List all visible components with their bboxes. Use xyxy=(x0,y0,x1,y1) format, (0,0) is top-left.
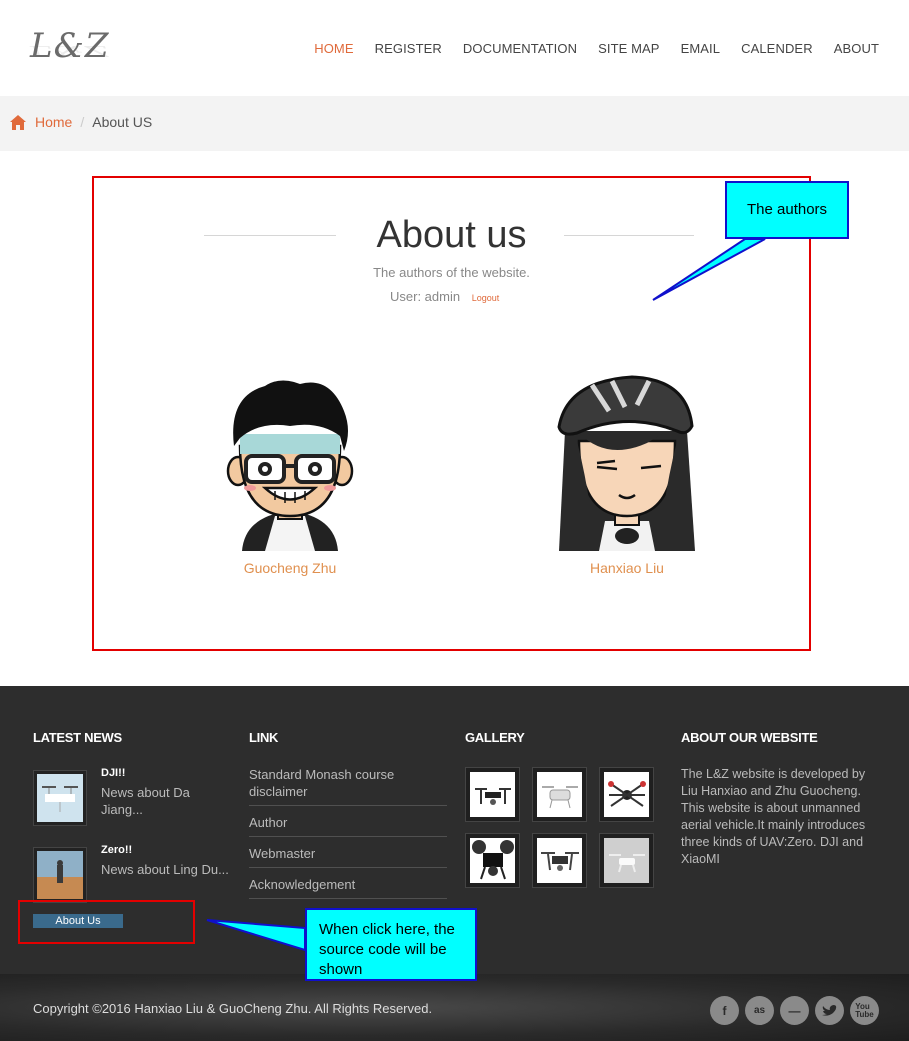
main-nav: HOME REGISTER DOCUMENTATION SITE MAP EMA… xyxy=(293,41,879,56)
callout-line: When click here, the xyxy=(319,921,455,938)
page-title: About us xyxy=(376,214,527,256)
gallery-item[interactable] xyxy=(465,767,520,822)
drone-image xyxy=(541,785,578,808)
gallery-item[interactable] xyxy=(465,833,520,888)
drone-image xyxy=(608,853,645,872)
facebook-icon[interactable]: f xyxy=(710,996,739,1025)
twitter-icon[interactable] xyxy=(815,996,844,1025)
breadcrumb-current: About US xyxy=(92,114,153,130)
breadcrumb-separator: / xyxy=(80,114,85,130)
drone-photo-image xyxy=(37,774,83,822)
gallery-title: GALLERY xyxy=(465,730,525,745)
gallery-item[interactable] xyxy=(532,767,587,822)
site-header: L&Z L&Z HOME REGISTER DOCUMENTATION SITE… xyxy=(0,0,909,96)
news-thumbnail[interactable] xyxy=(33,770,87,826)
author-card-hanxiao: Hanxiao Liu xyxy=(537,371,717,576)
drone-image xyxy=(474,787,511,805)
author-avatar-guocheng xyxy=(226,380,354,551)
news-description: News about Ling Du... xyxy=(101,862,229,877)
latest-news-title: LATEST NEWS xyxy=(33,730,122,745)
nav-documentation[interactable]: DOCUMENTATION xyxy=(463,41,577,56)
news-title[interactable]: Zero!! xyxy=(101,844,132,856)
news-title[interactable]: DJI!! xyxy=(101,767,125,779)
breadcrumb: Home / About US xyxy=(0,96,909,151)
link-author[interactable]: Author xyxy=(249,814,447,837)
home-icon[interactable] xyxy=(10,114,26,130)
lastfm-icon[interactable]: as xyxy=(745,996,774,1025)
link-acknowledgement[interactable]: Acknowledgement xyxy=(249,876,447,899)
author-name-guocheng[interactable]: Guocheng Zhu xyxy=(220,560,360,576)
about-website-text: The L&Z website is developed by Liu Hanx… xyxy=(681,767,866,866)
nav-site-map[interactable]: SITE MAP xyxy=(598,41,659,56)
user-row: User: admin Logout xyxy=(390,289,499,304)
about-section-highlight: About us The authors of the website. Use… xyxy=(92,176,811,651)
page-subtitle: The authors of the website. xyxy=(373,265,530,280)
copyright-text: Copyright ©2016 Hanxiao Liu & GuoCheng Z… xyxy=(33,1001,433,1016)
social-links: f as — You Tube xyxy=(710,996,879,1025)
drone-image xyxy=(540,851,579,871)
nav-home[interactable]: HOME xyxy=(314,41,353,56)
logo-reflection: L&Z xyxy=(30,42,110,60)
logout-link[interactable]: Logout xyxy=(472,293,500,303)
gallery-item[interactable] xyxy=(599,767,654,822)
author-avatar-hanxiao xyxy=(557,375,695,551)
footer-link-list: Standard Monash course disclaimer Author… xyxy=(249,766,447,907)
source-code-callout: When click here, the source code will be… xyxy=(305,908,477,981)
link-disclaimer[interactable]: Standard Monash course disclaimer xyxy=(249,766,447,806)
about-us-highlight xyxy=(18,900,195,944)
drone-image xyxy=(471,839,514,879)
nav-register[interactable]: REGISTER xyxy=(375,41,442,56)
news-description: News about Da Jiang... xyxy=(101,785,190,817)
bottom-bar: Copyright ©2016 Hanxiao Liu & GuoCheng Z… xyxy=(0,974,909,1041)
drone-image xyxy=(607,780,646,807)
author-name-hanxiao[interactable]: Hanxiao Liu xyxy=(537,560,717,576)
link-title: LINK xyxy=(249,730,279,745)
breadcrumb-home-link[interactable]: Home xyxy=(35,114,72,130)
nav-email[interactable]: EMAIL xyxy=(681,41,721,56)
about-website-title: ABOUT OUR WEBSITE xyxy=(681,730,818,745)
callout-line: source code will be xyxy=(319,941,447,958)
callout-line: shown xyxy=(319,961,363,978)
news-thumbnail[interactable] xyxy=(33,847,87,903)
gallery-item[interactable] xyxy=(599,833,654,888)
author-card-guocheng: Guocheng Zhu xyxy=(220,376,360,576)
desert-photo-image xyxy=(37,851,83,899)
more-icon[interactable]: — xyxy=(780,996,809,1025)
gallery-item[interactable] xyxy=(532,833,587,888)
user-label: User: admin xyxy=(390,289,461,304)
link-webmaster[interactable]: Webmaster xyxy=(249,845,447,868)
authors-callout-text: The authors xyxy=(747,201,828,218)
nav-calender[interactable]: CALENDER xyxy=(741,41,813,56)
youtube-icon[interactable]: You Tube xyxy=(850,996,879,1025)
nav-about[interactable]: ABOUT xyxy=(834,41,879,56)
authors-callout: The authors xyxy=(725,181,849,239)
site-logo[interactable]: L&Z L&Z xyxy=(30,24,110,80)
